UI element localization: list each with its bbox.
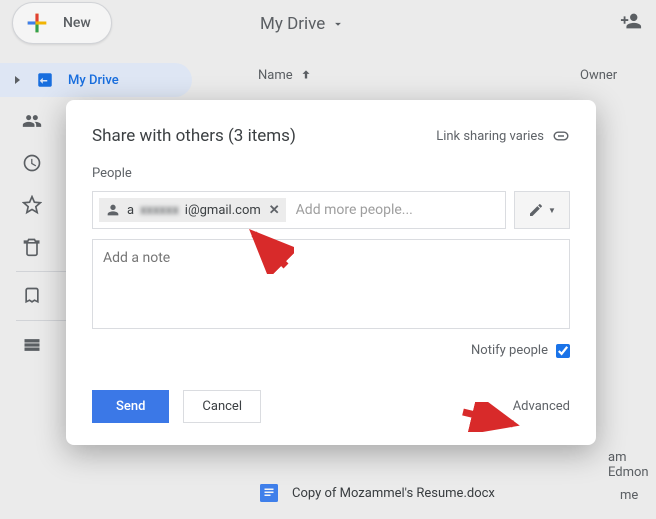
email-chip[interactable]: axxxxxxi@gmail.com ✕	[99, 198, 286, 222]
link-sharing[interactable]: Link sharing varies	[436, 127, 570, 145]
modal-title: Share with others (3 items)	[92, 126, 296, 146]
storage-icon[interactable]	[22, 335, 42, 355]
advanced-link[interactable]: Advanced	[513, 399, 570, 414]
drive-icon	[36, 71, 54, 89]
recent-icon[interactable]	[22, 153, 42, 173]
truncated-text: am Edmon	[608, 450, 656, 480]
person-icon	[105, 202, 121, 218]
chevron-down-icon	[331, 17, 345, 31]
trash-icon[interactable]	[22, 237, 42, 257]
remove-chip-icon[interactable]: ✕	[269, 203, 280, 218]
pencil-icon	[528, 202, 544, 218]
expand-icon	[12, 75, 22, 85]
send-button[interactable]: Send	[92, 390, 169, 423]
sidebar-item-mydrive[interactable]: My Drive	[0, 63, 192, 97]
share-modal: Share with others (3 items) Link sharing…	[66, 100, 596, 445]
cancel-button[interactable]: Cancel	[183, 390, 261, 423]
shared-icon[interactable]	[22, 111, 42, 131]
link-icon	[552, 127, 570, 145]
docs-icon	[260, 484, 278, 502]
note-input[interactable]	[92, 239, 570, 329]
add-more-placeholder: Add more people...	[296, 202, 413, 218]
add-person-icon[interactable]	[620, 10, 642, 36]
notify-label: Notify people	[471, 343, 548, 358]
starred-icon[interactable]	[22, 195, 42, 215]
chevron-down-icon: ▼	[548, 206, 556, 215]
backups-icon[interactable]	[22, 286, 42, 306]
drive-title[interactable]: My Drive	[260, 14, 345, 34]
permission-dropdown[interactable]: ▼	[514, 191, 570, 229]
file-owner: me	[620, 488, 638, 503]
new-button-label: New	[63, 15, 91, 31]
notify-checkbox[interactable]	[556, 344, 570, 358]
people-input[interactable]: axxxxxxi@gmail.com ✕ Add more people...	[92, 191, 506, 229]
arrow-up-icon	[299, 68, 313, 82]
column-name[interactable]: Name	[258, 68, 313, 83]
people-label: People	[92, 166, 570, 181]
new-button[interactable]: New	[12, 2, 112, 44]
columns-header: Name Owner	[250, 60, 656, 90]
column-owner[interactable]: Owner	[580, 68, 617, 83]
file-row[interactable]: Copy of Mozammel's Resume.docx	[260, 484, 495, 502]
